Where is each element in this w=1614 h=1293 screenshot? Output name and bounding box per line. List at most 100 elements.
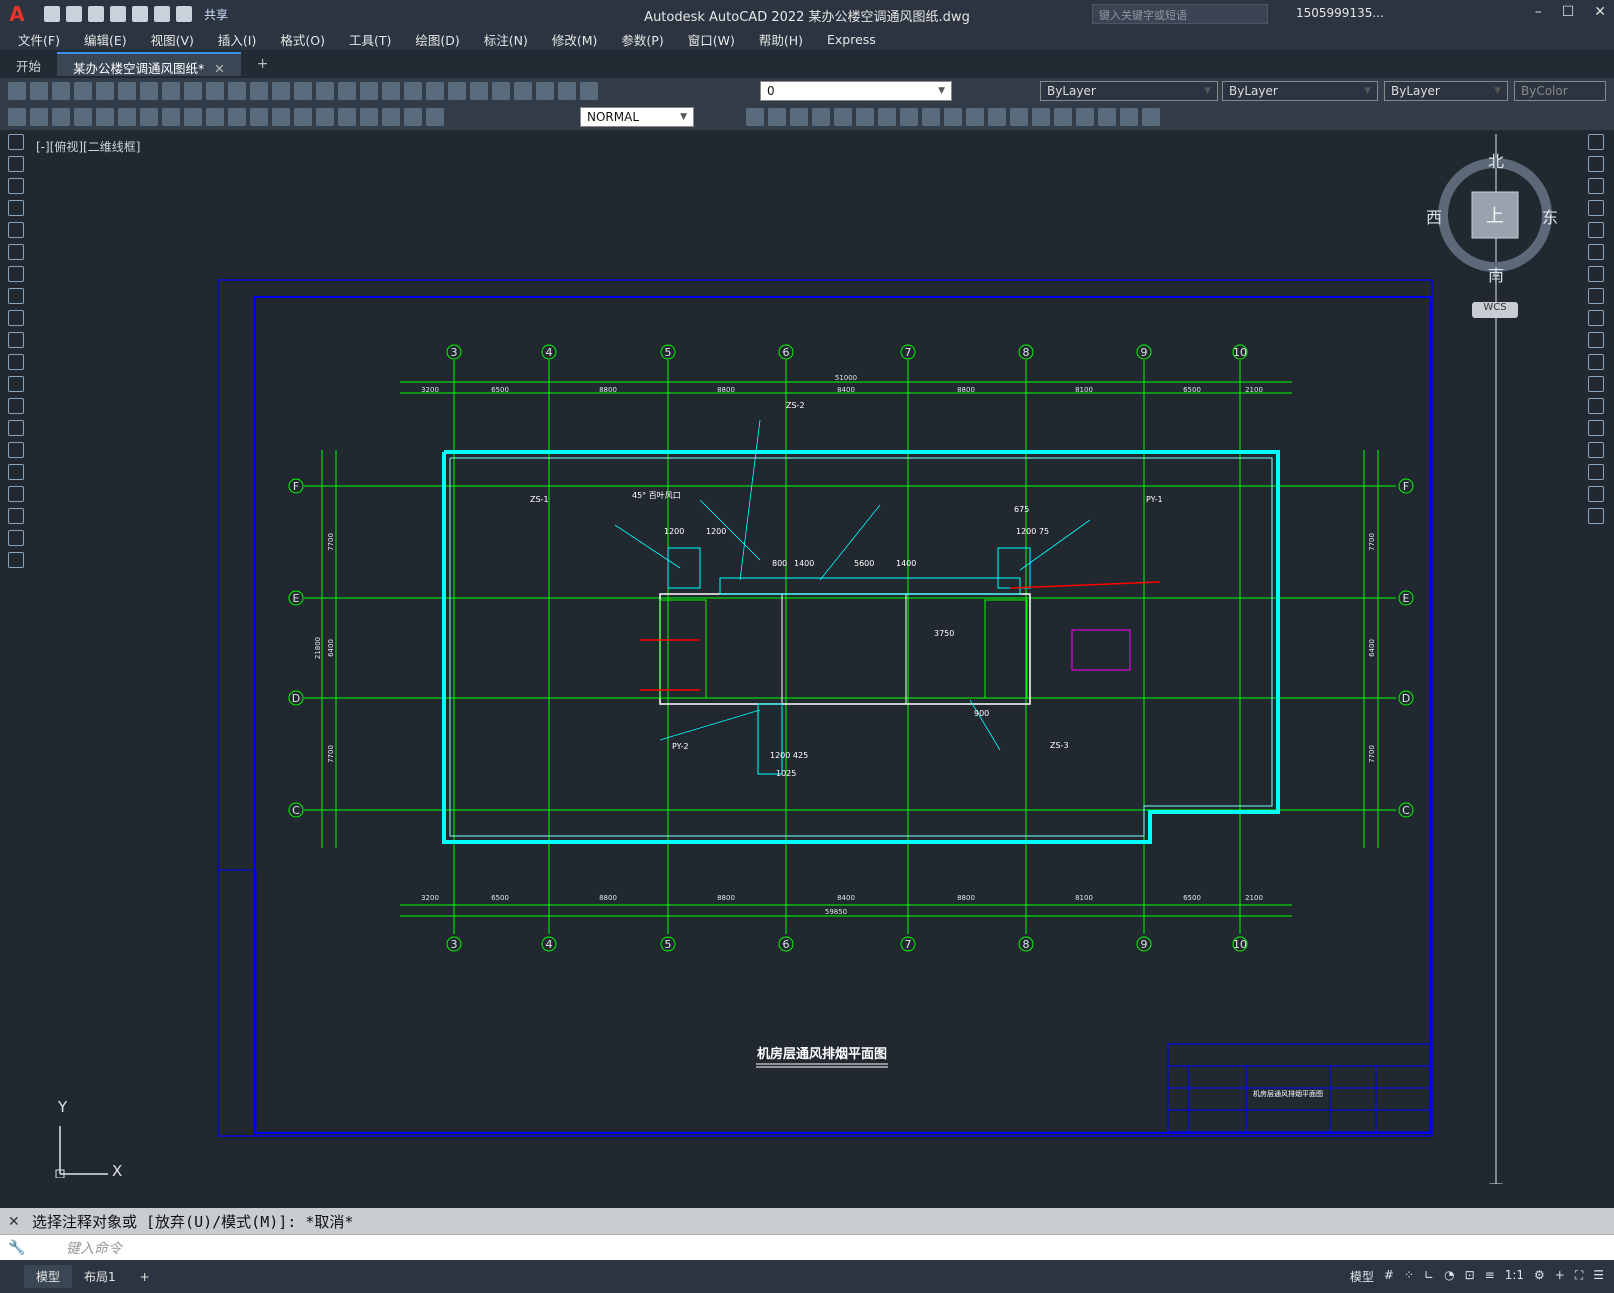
- dim-angular-icon[interactable]: [162, 108, 180, 126]
- join-icon[interactable]: [1010, 108, 1028, 126]
- move-icon[interactable]: [856, 108, 874, 126]
- linetype-dropdown[interactable]: ByLayer ▼: [1222, 81, 1378, 101]
- revcloud-icon[interactable]: [8, 288, 24, 304]
- zoom-previous-icon[interactable]: [338, 82, 356, 100]
- save-as-icon[interactable]: [110, 6, 126, 22]
- dim-radius-icon[interactable]: [96, 108, 114, 126]
- viewcube[interactable]: 北 南 东 西 上: [1426, 148, 1560, 285]
- compass-east[interactable]: 东: [1542, 204, 1558, 228]
- rectangle-icon[interactable]: [8, 222, 24, 238]
- table-icon[interactable]: [8, 508, 24, 524]
- properties-icon[interactable]: [360, 82, 378, 100]
- qnew-icon[interactable]: [8, 82, 26, 100]
- minimize-icon[interactable]: –: [1535, 4, 1542, 20]
- polyline-icon[interactable]: [8, 178, 24, 194]
- layer-properties-icon[interactable]: [514, 82, 532, 100]
- design-center-icon[interactable]: [382, 82, 400, 100]
- point-icon[interactable]: [8, 420, 24, 436]
- new-tab-icon[interactable]: +: [249, 52, 277, 76]
- dim-ordinate-icon[interactable]: [74, 108, 92, 126]
- dim-linear-icon[interactable]: [8, 108, 26, 126]
- arc-icon[interactable]: [8, 244, 24, 260]
- gradient-icon[interactable]: [8, 464, 24, 480]
- plot-icon[interactable]: [132, 6, 148, 22]
- lineweight-icon[interactable]: ≡: [1485, 1268, 1495, 1285]
- jogged-linear-icon[interactable]: [360, 108, 378, 126]
- offset-icon[interactable]: [812, 108, 830, 126]
- rotate-icon[interactable]: [1588, 266, 1604, 282]
- offset-icon[interactable]: [1588, 200, 1604, 216]
- close-tab-icon[interactable]: ✕: [214, 61, 224, 76]
- cut-icon[interactable]: [140, 82, 158, 100]
- region-icon[interactable]: [8, 486, 24, 502]
- menu-dimension[interactable]: 标注(N): [484, 30, 528, 49]
- user-account[interactable]: 1505999135...: [1296, 6, 1384, 20]
- preview-icon[interactable]: [96, 82, 114, 100]
- xline-icon[interactable]: [8, 156, 24, 172]
- dim-aligned-icon[interactable]: [30, 108, 48, 126]
- tab-model[interactable]: 模型: [24, 1265, 73, 1288]
- menu-draw[interactable]: 绘图(D): [415, 30, 459, 49]
- break-icon[interactable]: [1588, 398, 1604, 414]
- settings-icon[interactable]: ⚙: [1534, 1268, 1545, 1285]
- compass-north[interactable]: 北: [1488, 148, 1504, 172]
- layer-freeze-icon[interactable]: [558, 82, 576, 100]
- close-icon[interactable]: ✕: [1594, 4, 1606, 20]
- add-selected-icon[interactable]: [8, 552, 24, 568]
- fillet-icon[interactable]: [1054, 108, 1072, 126]
- redo-icon[interactable]: [250, 82, 268, 100]
- dim-break-icon[interactable]: [272, 108, 290, 126]
- osnap-icon[interactable]: ⊡: [1465, 1268, 1475, 1285]
- calculator-icon[interactable]: [470, 82, 488, 100]
- menu-edit[interactable]: 编辑(E): [84, 30, 127, 49]
- break-at-point-icon[interactable]: [1588, 376, 1604, 392]
- share-button[interactable]: 共享: [204, 6, 228, 23]
- layer-dropdown[interactable]: 0 ▼: [760, 81, 952, 101]
- ellipse-arc-icon[interactable]: [8, 354, 24, 370]
- explode-icon[interactable]: [1588, 508, 1604, 524]
- scale-icon[interactable]: [1588, 288, 1604, 304]
- polygon-icon[interactable]: [8, 200, 24, 216]
- chamfer-icon[interactable]: [1032, 108, 1050, 126]
- wrench-icon[interactable]: 🔧: [8, 1240, 25, 1256]
- chamfer-icon[interactable]: [1588, 442, 1604, 458]
- dim-edit-icon[interactable]: [382, 108, 400, 126]
- layer-state-icon[interactable]: [536, 82, 554, 100]
- layer-lock-icon[interactable]: [580, 82, 598, 100]
- search-input[interactable]: 键入关键字或短语: [1092, 4, 1268, 24]
- fullscreen-icon[interactable]: ⛶: [1575, 1268, 1583, 1285]
- copy-icon[interactable]: [1588, 156, 1604, 172]
- insert-icon[interactable]: [1120, 108, 1138, 126]
- menu-window[interactable]: 窗口(W): [688, 30, 735, 49]
- redo-icon[interactable]: [176, 6, 192, 22]
- markup-icon[interactable]: [448, 82, 466, 100]
- open-file-icon[interactable]: [66, 6, 82, 22]
- erase-icon[interactable]: [1588, 134, 1604, 150]
- tool-palettes-icon[interactable]: [404, 82, 422, 100]
- menu-format[interactable]: 格式(O): [280, 30, 325, 49]
- ortho-icon[interactable]: ∟: [1424, 1268, 1434, 1285]
- autocad-logo-icon[interactable]: A: [4, 1, 30, 27]
- tab-start[interactable]: 开始: [0, 52, 57, 76]
- fillet-icon[interactable]: [1588, 464, 1604, 480]
- menu-express[interactable]: Express: [827, 32, 876, 47]
- menu-modify[interactable]: 修改(M): [552, 30, 598, 49]
- group-icon[interactable]: [1142, 108, 1160, 126]
- hatch-icon[interactable]: [8, 442, 24, 458]
- dim-update-icon[interactable]: [426, 108, 444, 126]
- join-icon[interactable]: [1588, 420, 1604, 436]
- copy-object-icon[interactable]: [768, 108, 786, 126]
- undo-icon[interactable]: [154, 6, 170, 22]
- lineweight-dropdown[interactable]: ByLayer ▼: [1384, 81, 1508, 101]
- array-icon[interactable]: [834, 108, 852, 126]
- move-icon[interactable]: [1588, 244, 1604, 260]
- dim-space-icon[interactable]: [250, 108, 268, 126]
- line-icon[interactable]: [8, 134, 24, 150]
- circle-icon[interactable]: [8, 266, 24, 282]
- break-icon[interactable]: [988, 108, 1006, 126]
- plotstyle-dropdown[interactable]: ByColor: [1514, 81, 1606, 101]
- maximize-icon[interactable]: ☐: [1562, 4, 1575, 20]
- save-icon[interactable]: [88, 6, 104, 22]
- plus-icon[interactable]: +: [1555, 1268, 1565, 1285]
- array-icon[interactable]: [1588, 222, 1604, 238]
